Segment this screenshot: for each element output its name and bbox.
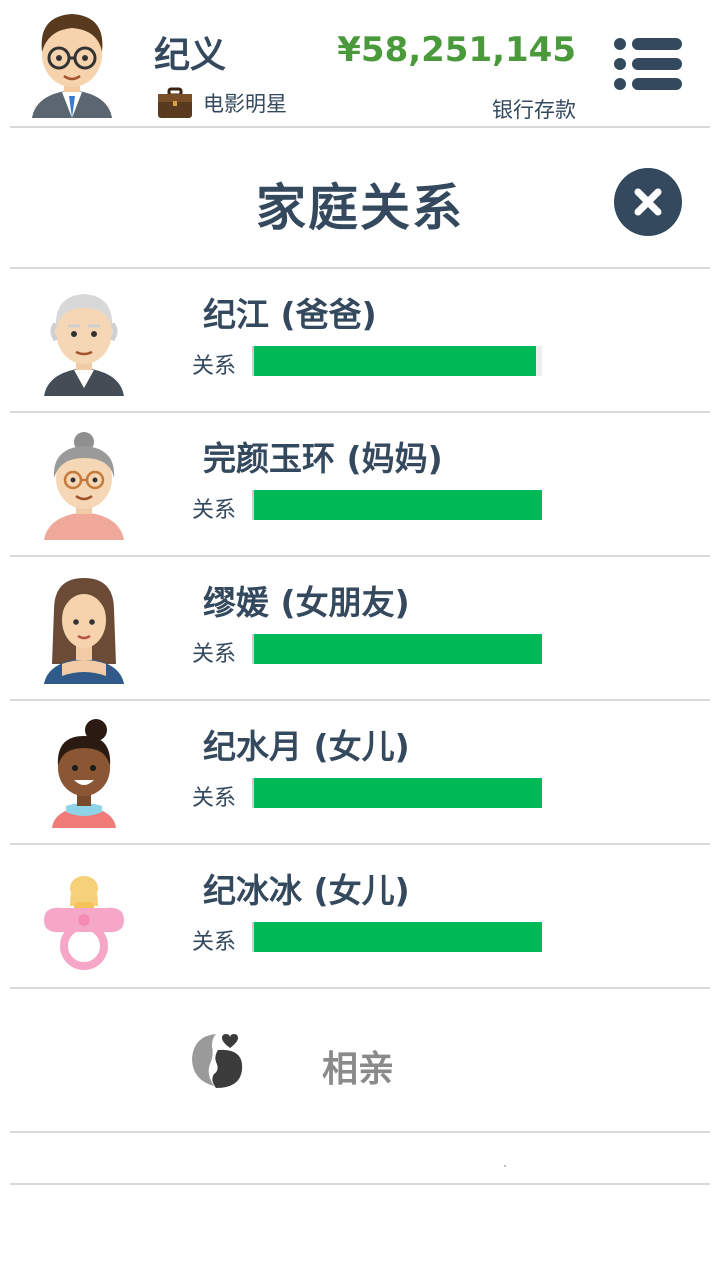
family-member-name: 纪水月 (女儿) (203, 727, 410, 766)
family-member-name: 纪江 (爸爸) (203, 295, 377, 334)
family-row-girlfriend[interactable]: 缪媛 (女朋友) 关系 (10, 556, 710, 700)
grandma-avatar-icon (44, 432, 124, 540)
divider (10, 987, 710, 989)
top-bar: 纪义 电影明星 ¥58,251,145 银行存款 (0, 0, 720, 128)
relation-label: 关系 (192, 930, 237, 955)
job-info: 电影明星 (157, 86, 287, 120)
relation-bar-fill (254, 634, 542, 664)
job-title: 电影明星 (203, 92, 287, 116)
girl-child-avatar-icon (52, 719, 116, 828)
player-name: 纪义 (154, 35, 227, 76)
grandpa-avatar-icon (44, 294, 124, 396)
relation-label: 关系 (192, 354, 237, 379)
briefcase-icon (158, 87, 192, 118)
family-row-daughter-2[interactable]: 纪冰冰 (女儿) 关系 (10, 844, 710, 988)
relation-bar (252, 490, 542, 520)
divider (10, 1183, 710, 1185)
dating-button[interactable]: 相亲 (10, 990, 710, 1130)
pacifier-icon (44, 876, 124, 970)
decorative-dot (504, 1165, 506, 1167)
family-row-father[interactable]: 纪江 (爸爸) 关系 (10, 268, 710, 412)
relation-label: 关系 (192, 642, 237, 667)
relation-label: 关系 (192, 786, 237, 811)
family-row-mother[interactable]: 完颜玉环 (妈妈) 关系 (10, 412, 710, 556)
relation-bar (252, 778, 542, 808)
family-member-name: 完颜玉环 (妈妈) (203, 439, 443, 478)
relation-bar-fill (254, 346, 537, 376)
family-member-name: 纪冰冰 (女儿) (203, 871, 410, 910)
bank-balance: ¥58,251,145 (337, 30, 576, 70)
close-button[interactable] (614, 168, 682, 236)
girlfriend-avatar-icon (44, 578, 124, 684)
relation-bar-fill (254, 922, 542, 952)
relation-bar-fill (254, 778, 542, 808)
divider (10, 1131, 710, 1133)
relation-bar-fill (254, 490, 542, 520)
couple-kiss-icon (192, 1034, 243, 1088)
relation-bar (252, 634, 542, 664)
relation-bar (252, 346, 542, 376)
player-avatar (32, 14, 112, 118)
page-title: 家庭关系 (256, 179, 464, 237)
divider (10, 126, 710, 128)
relation-label: 关系 (192, 498, 237, 523)
dating-label: 相亲 (322, 1049, 395, 1090)
relation-bar (252, 922, 542, 952)
family-member-name: 缪媛 (女朋友) (203, 583, 410, 622)
family-row-daughter-1[interactable]: 纪水月 (女儿) 关系 (10, 700, 710, 844)
close-icon (634, 188, 662, 216)
menu-icon[interactable] (612, 36, 684, 92)
bank-balance-label: 银行存款 (492, 98, 576, 122)
